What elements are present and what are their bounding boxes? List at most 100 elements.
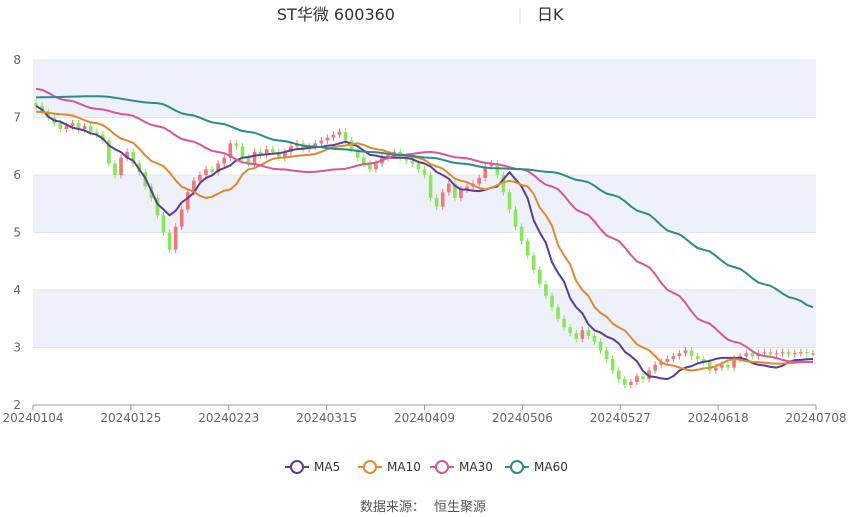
candle-body bbox=[513, 209, 518, 227]
band-7 bbox=[33, 60, 816, 118]
candle-body bbox=[331, 134, 336, 138]
candle-body bbox=[665, 359, 670, 362]
candle-body bbox=[422, 169, 427, 175]
x-tick-label: 20240125 bbox=[100, 411, 161, 425]
candle-body bbox=[531, 255, 536, 270]
candle-body bbox=[434, 198, 439, 207]
candle-body bbox=[325, 137, 330, 141]
candle-body bbox=[762, 352, 767, 354]
y-tick-label: 4 bbox=[13, 283, 21, 297]
candle-body bbox=[185, 192, 190, 210]
candle-body bbox=[592, 336, 597, 342]
candle-body bbox=[556, 307, 560, 319]
x-tick-label: 20240708 bbox=[785, 411, 846, 425]
candle-body bbox=[204, 169, 208, 175]
candle-body bbox=[714, 367, 718, 371]
candle-body bbox=[234, 143, 239, 147]
candle-body bbox=[707, 361, 712, 371]
candle-body bbox=[683, 350, 688, 354]
legend-marker-ma10 bbox=[363, 460, 377, 474]
candle-body bbox=[610, 359, 615, 371]
candle-body bbox=[343, 131, 348, 141]
y-tick-label: 6 bbox=[13, 168, 21, 182]
candle-body bbox=[337, 131, 342, 135]
candle-body bbox=[440, 192, 445, 207]
candle-body bbox=[616, 370, 621, 380]
candle-body bbox=[113, 163, 117, 175]
candle-body bbox=[774, 353, 779, 355]
legend-label-ma10: MA10 bbox=[387, 460, 421, 474]
candle-body bbox=[416, 163, 421, 170]
source-name: 恒生聚源 bbox=[434, 500, 486, 515]
candle-body bbox=[689, 350, 694, 357]
candle-body bbox=[167, 232, 172, 250]
x-tick-label: 20240104 bbox=[2, 411, 63, 425]
candle-body bbox=[525, 241, 530, 256]
candle-body bbox=[720, 364, 724, 368]
x-tick-label: 20240506 bbox=[492, 411, 553, 425]
candle-body bbox=[586, 330, 591, 336]
candle-body bbox=[653, 364, 657, 371]
candle-body bbox=[210, 169, 214, 173]
candle-body bbox=[792, 353, 797, 355]
candle-body bbox=[507, 192, 512, 210]
legend-label-ma30: MA30 bbox=[459, 460, 493, 474]
candle-body bbox=[88, 126, 93, 132]
candle-body bbox=[568, 327, 572, 334]
candle-body bbox=[622, 379, 627, 385]
candle-body bbox=[198, 175, 202, 181]
candle-body bbox=[446, 183, 451, 193]
candle-body bbox=[677, 353, 682, 357]
y-tick-label: 8 bbox=[13, 53, 21, 67]
candle-body bbox=[252, 152, 257, 164]
candle-body bbox=[82, 126, 87, 129]
candle-body bbox=[70, 123, 75, 127]
x-tick-label: 20240223 bbox=[198, 411, 259, 425]
y-tick-label: 7 bbox=[13, 111, 21, 125]
candle-body bbox=[222, 157, 227, 164]
candle-body bbox=[629, 382, 633, 385]
legend-marker-ma30 bbox=[435, 460, 449, 474]
legend: MA5 MA10 MA30 MA60 bbox=[285, 460, 568, 474]
candle-body bbox=[361, 157, 366, 164]
candle-body bbox=[635, 376, 639, 382]
kline-chart: ST华微 600360 日K 2345678 20240104 20240125 2… bbox=[2, 5, 847, 515]
candle-body bbox=[240, 146, 245, 158]
candle-body bbox=[598, 341, 603, 351]
source-label: 数据来源： bbox=[360, 500, 425, 515]
legend-label-ma60: MA60 bbox=[534, 460, 568, 474]
candle-body bbox=[799, 352, 803, 354]
candle-body bbox=[410, 160, 415, 164]
candle-body bbox=[768, 352, 773, 355]
y-axis: 2 3 4 5 6 7 8 bbox=[13, 53, 21, 412]
candle-body bbox=[477, 177, 481, 184]
band-5 bbox=[33, 175, 816, 233]
candle-body bbox=[695, 356, 700, 359]
candle-body bbox=[519, 226, 524, 242]
candle-body bbox=[750, 353, 755, 357]
chart-subtitle: 日K bbox=[537, 5, 564, 24]
legend-marker-ma60 bbox=[510, 460, 524, 474]
candle-body bbox=[173, 226, 178, 250]
x-tick-label: 20240618 bbox=[688, 411, 749, 425]
candle-body bbox=[119, 157, 123, 175]
legend-marker-ma5 bbox=[290, 460, 304, 474]
candle-body bbox=[538, 269, 542, 285]
candle-body bbox=[671, 356, 676, 359]
candle-body bbox=[161, 215, 166, 233]
candle-body bbox=[319, 140, 324, 144]
candle-body bbox=[811, 353, 815, 355]
x-tick-label: 20240315 bbox=[296, 411, 357, 425]
candle-body bbox=[428, 175, 433, 198]
chart-title: ST华微 600360 bbox=[277, 5, 395, 24]
legend-label-ma5: MA5 bbox=[314, 460, 340, 474]
x-axis: 20240104 20240125 20240223 20240315 20240409… bbox=[2, 404, 847, 425]
candle-body bbox=[374, 163, 378, 170]
candle-body bbox=[270, 149, 275, 152]
candle-body bbox=[604, 350, 609, 359]
candle-body bbox=[580, 330, 585, 339]
x-tick-label: 20240527 bbox=[590, 411, 651, 425]
candle-body bbox=[726, 364, 730, 368]
candle-body bbox=[58, 123, 63, 129]
candle-body bbox=[544, 284, 548, 296]
